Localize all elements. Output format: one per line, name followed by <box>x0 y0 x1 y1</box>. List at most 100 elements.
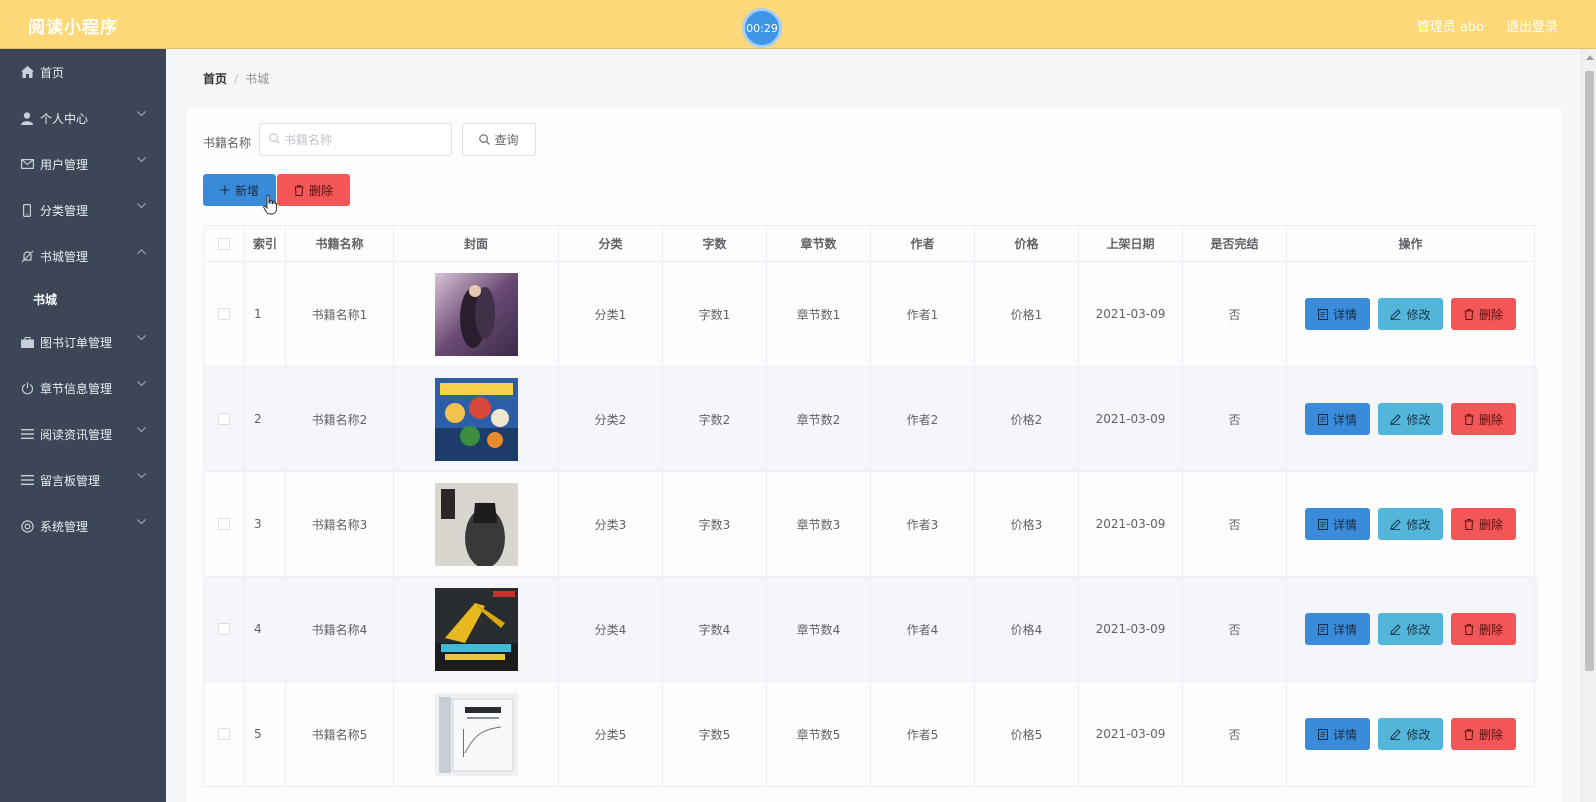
author-cell: 作者4 <box>871 577 975 682</box>
detail-button-label: 详情 <box>1332 307 1357 322</box>
row-checkbox[interactable] <box>218 518 230 530</box>
sidebar-item-label: 用户管理 <box>40 157 89 172</box>
edit-button-label: 修改 <box>1406 622 1431 637</box>
delete-button-label: 删除 <box>1478 307 1503 322</box>
trash-icon <box>1464 623 1474 635</box>
scrollbar-thumb[interactable] <box>1585 71 1594 671</box>
document-icon <box>1317 623 1328 635</box>
words-cell: 字数2 <box>663 367 767 472</box>
sidebar-item-home[interactable]: 首页 <box>0 49 166 95</box>
sidebar-item-bookstore[interactable]: 书城 <box>0 279 166 319</box>
plus-icon <box>220 185 230 195</box>
scroll-up-arrow-icon[interactable] <box>1586 55 1594 60</box>
breadcrumb-home[interactable]: 首页 <box>203 72 227 86</box>
edit-button[interactable]: 修改 <box>1378 403 1443 435</box>
category-cell: 分类3 <box>559 472 663 577</box>
detail-button[interactable]: 详情 <box>1305 403 1370 435</box>
index-cell: 5 <box>245 682 286 787</box>
delete-button[interactable]: 删除 <box>1451 508 1516 540</box>
finished-cell: 否 <box>1183 472 1287 577</box>
name-cell: 书籍名称3 <box>286 472 394 577</box>
category-cell: 分类2 <box>559 367 663 472</box>
mail-icon <box>20 157 34 171</box>
book-cover-image <box>434 692 518 776</box>
search-field[interactable] <box>259 123 452 156</box>
delete-button[interactable]: 删除 <box>1451 298 1516 330</box>
batch-delete-button[interactable]: 删除 <box>277 174 350 206</box>
delete-button[interactable]: 删除 <box>1451 718 1516 750</box>
row-select-cell <box>204 472 245 577</box>
row-checkbox[interactable] <box>218 308 230 320</box>
book-cover-image <box>434 377 518 461</box>
document-icon <box>1317 728 1328 740</box>
sidebar-item-reading-news-management[interactable]: 阅读资讯管理 <box>0 411 166 457</box>
category-cell: 分类5 <box>559 682 663 787</box>
sidebar-item-system-management[interactable]: 系统管理 <box>0 503 166 549</box>
books-table: 索引 书籍名称 封面 分类 字数 章节数 作者 价格 上架日期 是否完结 操作 … <box>203 225 1539 787</box>
delete-button[interactable]: 删除 <box>1451 403 1516 435</box>
delete-button[interactable]: 删除 <box>1451 613 1516 645</box>
user-icon <box>20 111 34 125</box>
category-cell: 分类1 <box>559 262 663 367</box>
mobile-icon <box>20 203 34 217</box>
sidebar-item-chapter-management[interactable]: 章节信息管理 <box>0 365 166 411</box>
sidebar-item-personal-center[interactable]: 个人中心 <box>0 95 166 141</box>
words-cell: 字数3 <box>663 472 767 577</box>
delete-button-label: 删除 <box>1478 412 1503 427</box>
search-icon <box>269 132 280 147</box>
trash-icon <box>1464 413 1474 425</box>
query-button[interactable]: 查询 <box>462 123 536 156</box>
detail-button[interactable]: 详情 <box>1305 718 1370 750</box>
header-cell-select <box>204 226 245 262</box>
edit-button-label: 修改 <box>1406 412 1431 427</box>
chapters-cell: 章节数1 <box>767 262 871 367</box>
detail-button[interactable]: 详情 <box>1305 508 1370 540</box>
edit-button[interactable]: 修改 <box>1378 718 1443 750</box>
actions-cell: 详情 修改 删除 <box>1287 682 1535 787</box>
search-input[interactable] <box>284 132 444 147</box>
row-select-cell <box>204 367 245 472</box>
words-cell: 字数5 <box>663 682 767 787</box>
row-select-cell <box>204 682 245 787</box>
sidebar-item-user-management[interactable]: 用户管理 <box>0 141 166 187</box>
row-checkbox[interactable] <box>218 728 230 740</box>
trash-icon <box>294 184 304 196</box>
breadcrumb-separator: / <box>234 72 239 86</box>
detail-button-label: 详情 <box>1332 412 1357 427</box>
row-checkbox[interactable] <box>218 413 230 425</box>
row-select-cell <box>204 577 245 682</box>
document-icon <box>1317 413 1328 425</box>
edit-button[interactable]: 修改 <box>1378 298 1443 330</box>
table-header: 索引 书籍名称 封面 分类 字数 章节数 作者 价格 上架日期 是否完结 操作 <box>204 226 1539 262</box>
header-cell: 章节数 <box>767 226 871 262</box>
row-checkbox[interactable] <box>218 623 230 635</box>
header-cell: 上架日期 <box>1079 226 1183 262</box>
chapters-cell: 章节数4 <box>767 577 871 682</box>
book-cover-image <box>434 272 518 356</box>
edit-button[interactable]: 修改 <box>1378 508 1443 540</box>
logout-link[interactable]: 退出登录 <box>1506 16 1558 35</box>
edit-icon <box>1390 728 1402 740</box>
sidebar-item-bookstore-management[interactable]: 书城管理 <box>0 233 166 279</box>
detail-button[interactable]: 详情 <box>1305 613 1370 645</box>
chevron-down-icon <box>137 517 146 528</box>
sidebar-item-category-management[interactable]: 分类管理 <box>0 187 166 233</box>
author-cell: 作者5 <box>871 682 975 787</box>
page-scrollbar[interactable] <box>1581 49 1596 802</box>
sidebar-item-book-order-management[interactable]: 图书订单管理 <box>0 319 166 365</box>
chevron-down-icon <box>137 471 146 482</box>
edit-icon <box>1390 623 1402 635</box>
trash-icon <box>1464 518 1474 530</box>
price-cell: 价格4 <box>975 577 1079 682</box>
detail-button[interactable]: 详情 <box>1305 298 1370 330</box>
chevron-down-icon <box>137 109 146 120</box>
content-card: 书籍名称 查询 新增 删除 <box>187 107 1561 802</box>
index-cell: 3 <box>245 472 286 577</box>
query-button-label: 查询 <box>494 133 519 147</box>
select-all-checkbox[interactable] <box>218 237 230 250</box>
edit-button[interactable]: 修改 <box>1378 613 1443 645</box>
header-cell: 字数 <box>663 226 767 262</box>
actions-cell: 详情 修改 删除 <box>1287 262 1535 367</box>
chapters-cell: 章节数2 <box>767 367 871 472</box>
sidebar-item-message-board-management[interactable]: 留言板管理 <box>0 457 166 503</box>
